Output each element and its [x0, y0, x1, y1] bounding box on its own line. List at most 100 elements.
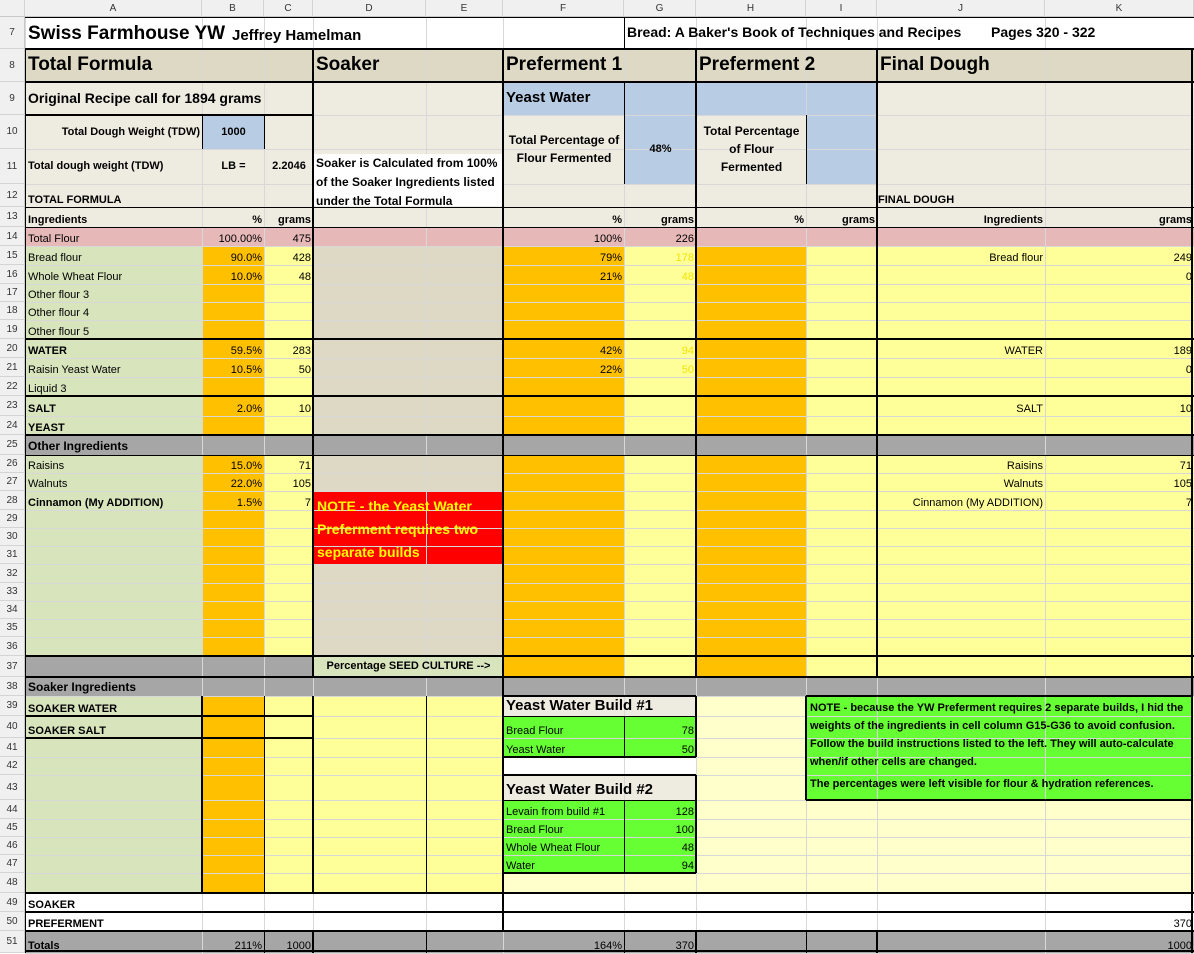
final-grams-header[interactable]: grams	[1045, 207, 1194, 227]
column-header-a[interactable]: A	[25, 0, 202, 17]
pf1-ingredient-percent[interactable]	[503, 320, 624, 339]
row-header-28[interactable]: 28	[0, 491, 25, 510]
ingredient-grams[interactable]	[264, 416, 313, 435]
summary-preferment-total[interactable]: 370	[1045, 912, 1194, 931]
soaker-salt-label[interactable]: SOAKER SALT	[25, 716, 202, 738]
column-header-b[interactable]: B	[202, 0, 264, 17]
final-other-name[interactable]: Cinnamon (My ADDITION)	[877, 491, 1045, 510]
build2-item-grams[interactable]: 94	[624, 855, 696, 873]
pf1-ingredient-percent[interactable]: 79%	[503, 246, 624, 265]
ingredient-name[interactable]: WATER	[25, 339, 202, 358]
row-header-36[interactable]: 36	[0, 637, 25, 656]
column-header-g[interactable]: G	[624, 0, 696, 17]
pf1-ingredient-grams[interactable]	[624, 416, 696, 435]
pf1-ingredient-grams[interactable]: 94	[624, 339, 696, 358]
section-preferment-2[interactable]: Preferment 2	[696, 49, 877, 82]
book-title[interactable]: Bread: A Baker's Book of Techniques and …	[503, 17, 961, 49]
hidden-weights-note[interactable]: NOTE - because the YW Preferment require…	[806, 697, 1190, 799]
ingredient-grams[interactable]: 48	[264, 265, 313, 284]
final-ingredient-name[interactable]	[877, 284, 1045, 302]
ingredient-percent[interactable]	[202, 302, 264, 320]
ingredient-percent[interactable]: 10.0%	[202, 265, 264, 284]
final-ingredient-name[interactable]	[877, 302, 1045, 320]
row-header-23[interactable]: 23	[0, 396, 25, 416]
row-header-29[interactable]: 29	[0, 510, 25, 528]
ingredient-grams[interactable]: 50	[264, 358, 313, 377]
final-other-name[interactable]: Walnuts	[877, 473, 1045, 491]
ingredient-name[interactable]: SALT	[25, 396, 202, 416]
pf1-ingredient-percent[interactable]	[503, 302, 624, 320]
recipe-title[interactable]: Swiss Farmhouse YW	[25, 17, 225, 49]
final-other-name[interactable]: Raisins	[877, 455, 1045, 473]
other-ingredient-name[interactable]: Cinnamon (My ADDITION)	[25, 491, 202, 510]
ingredient-percent[interactable]	[202, 320, 264, 339]
column-header-k[interactable]: K	[1045, 0, 1194, 17]
final-ingredient-name[interactable]: WATER	[877, 339, 1045, 358]
row-header-38[interactable]: 38	[0, 677, 25, 696]
tdw-label[interactable]: Total Dough Weight (TDW)	[25, 115, 202, 149]
row-header-46[interactable]: 46	[0, 837, 25, 855]
section-total-formula[interactable]: Total Formula	[25, 49, 313, 82]
build1-title[interactable]: Yeast Water Build #1	[503, 696, 696, 716]
tdw-label-lb[interactable]: Total dough weight (TDW)	[25, 149, 202, 184]
row-header-13[interactable]: 13	[0, 207, 25, 227]
final-dough-label[interactable]: FINAL DOUGH	[877, 184, 1194, 207]
other-ingredients-label[interactable]: Other Ingredients	[25, 435, 313, 455]
summary-preferment[interactable]: PREFERMENT	[25, 912, 202, 931]
row-header-22[interactable]: 22	[0, 377, 25, 396]
pf1-ingredient-grams[interactable]: 50	[624, 358, 696, 377]
book-pages[interactable]: Pages 320 - 322	[877, 17, 1194, 49]
percent-header[interactable]: %	[202, 207, 264, 227]
row-header-31[interactable]: 31	[0, 546, 25, 564]
ingredient-name[interactable]: Total Flour	[25, 227, 202, 246]
row-header-17[interactable]: 17	[0, 284, 25, 302]
original-recipe-note[interactable]: Original Recipe call for 1894 grams	[25, 82, 313, 115]
ingredient-name[interactable]: Whole Wheat Flour	[25, 265, 202, 284]
pf1-ingredient-grams[interactable]: 226	[624, 227, 696, 246]
row-header-32[interactable]: 32	[0, 564, 25, 583]
soaker-water-label[interactable]: SOAKER WATER	[25, 696, 202, 716]
final-ingredient-grams[interactable]	[1045, 227, 1194, 246]
other-ingredient-grams[interactable]: 71	[264, 455, 313, 473]
row-header-49[interactable]: 49	[0, 893, 25, 912]
section-final-dough[interactable]: Final Dough	[877, 49, 1194, 82]
row-header-51[interactable]: 51	[0, 931, 25, 953]
build1-item-name[interactable]: Yeast Water	[503, 738, 624, 757]
other-ingredient-grams[interactable]: 105	[264, 473, 313, 491]
seed-culture-label[interactable]: Percentage SEED CULTURE -->	[313, 656, 503, 677]
row-header-41[interactable]: 41	[0, 738, 25, 757]
ingredient-name[interactable]: Raisin Yeast Water	[25, 358, 202, 377]
row-header-20[interactable]: 20	[0, 339, 25, 358]
final-ingredient-grams[interactable]	[1045, 377, 1194, 396]
pf1-ingredient-percent[interactable]: 21%	[503, 265, 624, 284]
column-header-f[interactable]: F	[503, 0, 624, 17]
final-ingredient-name[interactable]	[877, 265, 1045, 284]
grams-header[interactable]: grams	[264, 207, 313, 227]
final-ingredient-grams[interactable]	[1045, 320, 1194, 339]
pf1-ingredient-grams[interactable]	[624, 377, 696, 396]
column-header-h[interactable]: H	[696, 0, 806, 17]
row-header-30[interactable]: 30	[0, 528, 25, 546]
tdw-input[interactable]: 1000	[202, 115, 264, 149]
row-header-10[interactable]: 10	[0, 115, 25, 149]
build2-item-grams[interactable]: 128	[624, 800, 696, 819]
row-header-33[interactable]: 33	[0, 583, 25, 601]
row-header-26[interactable]: 26	[0, 455, 25, 473]
ingredient-percent[interactable]: 10.5%	[202, 358, 264, 377]
final-ingredient-grams[interactable]: 0	[1045, 265, 1194, 284]
row-header-18[interactable]: 18	[0, 302, 25, 320]
row-header-15[interactable]: 15	[0, 246, 25, 265]
row-header-25[interactable]: 25	[0, 435, 25, 455]
row-header-7[interactable]: 7	[0, 17, 25, 49]
ingredient-grams[interactable]	[264, 377, 313, 396]
row-header-9[interactable]: 9	[0, 82, 25, 115]
section-preferment-1[interactable]: Preferment 1	[503, 49, 696, 82]
final-ingredient-grams[interactable]	[1045, 416, 1194, 435]
row-header-24[interactable]: 24	[0, 416, 25, 435]
final-other-grams[interactable]: 71	[1045, 455, 1194, 473]
column-header-c[interactable]: C	[264, 0, 313, 17]
row-header-12[interactable]: 12	[0, 184, 25, 207]
column-header-j[interactable]: J	[877, 0, 1045, 17]
ingredient-percent[interactable]	[202, 377, 264, 396]
ingredients-header[interactable]: Ingredients	[25, 207, 202, 227]
